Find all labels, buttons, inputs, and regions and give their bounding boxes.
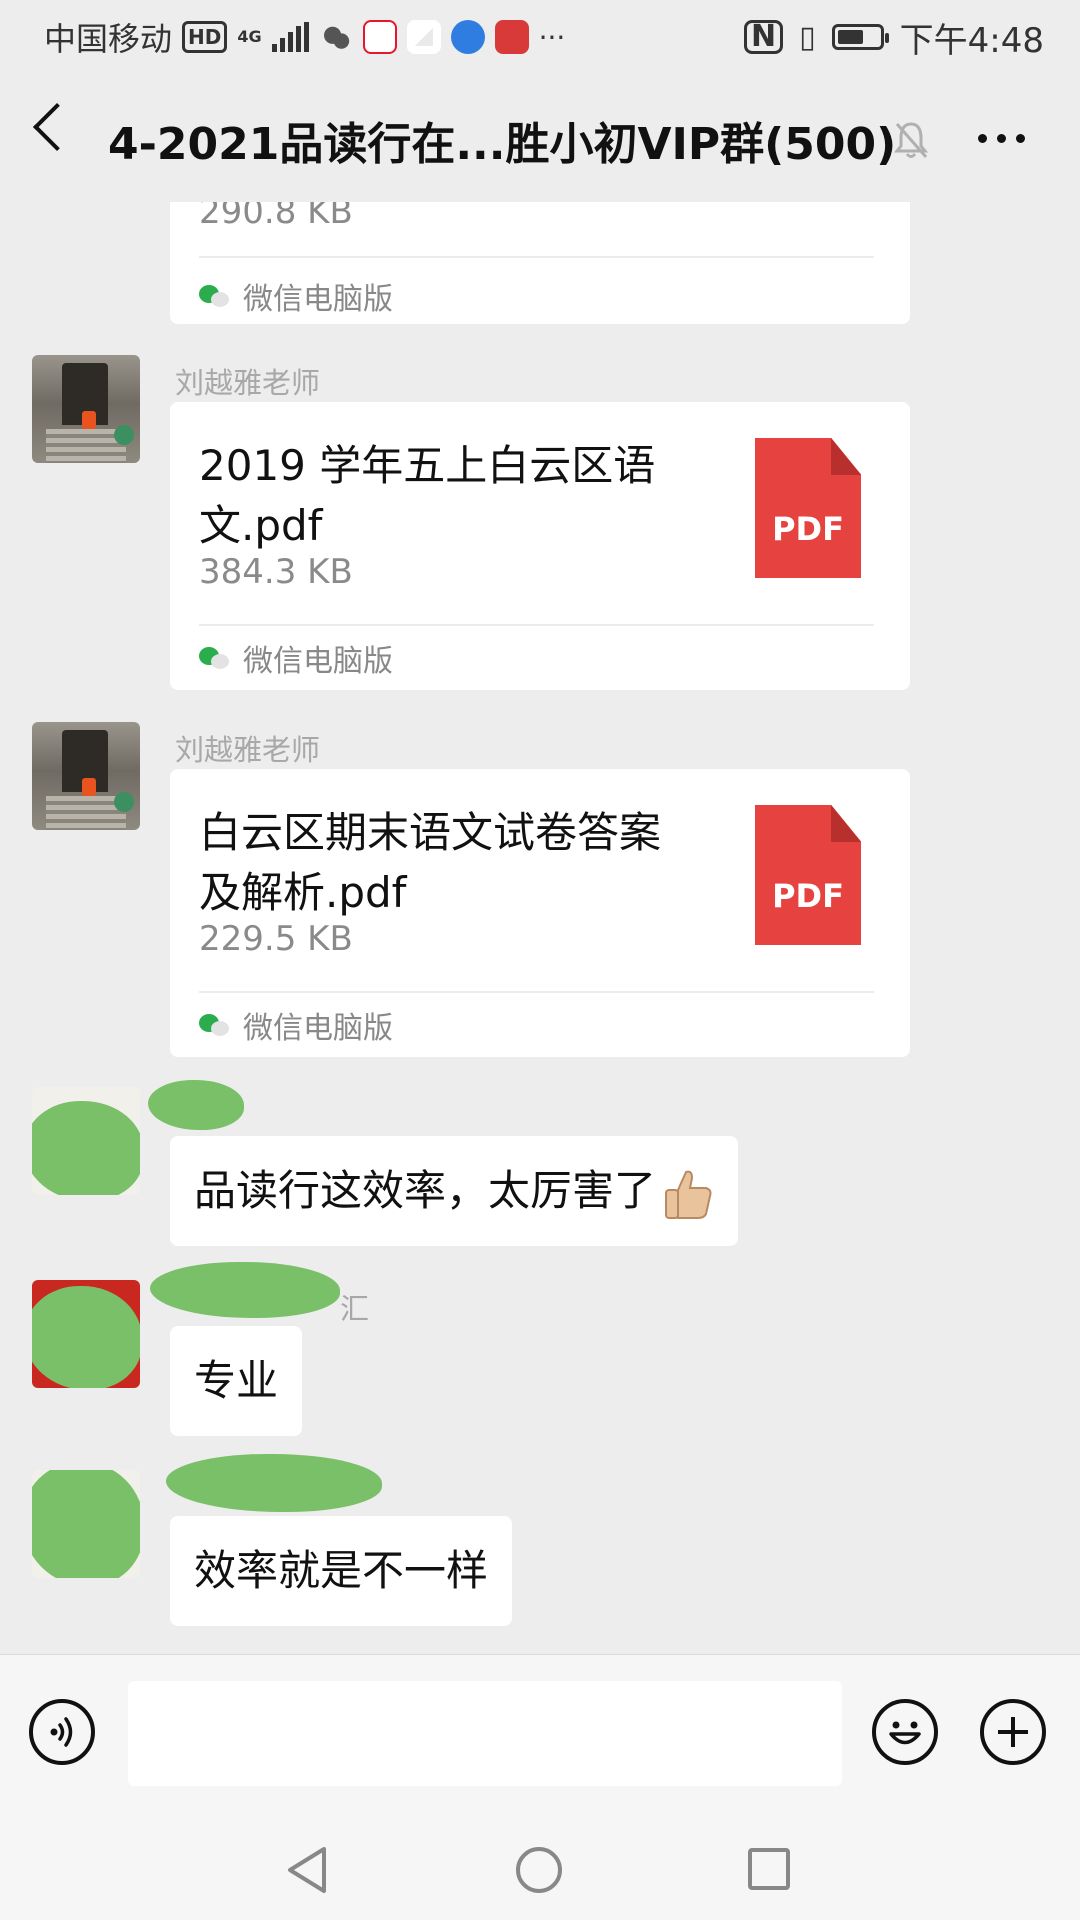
voice-input-button[interactable] bbox=[29, 1699, 95, 1765]
text-message[interactable]: 品读行这效率，太厉害了 bbox=[170, 1136, 739, 1246]
signal-icon bbox=[271, 22, 309, 52]
source-text: 微信电脑版 bbox=[243, 644, 393, 679]
emoji-button[interactable] bbox=[872, 1699, 938, 1765]
more-functions-button[interactable] bbox=[980, 1699, 1046, 1765]
more-notifications-icon: ··· bbox=[538, 20, 566, 54]
pdf-label: PDF bbox=[772, 877, 844, 915]
nav-recents-icon[interactable] bbox=[748, 1848, 790, 1890]
thumbs-up-icon bbox=[665, 1170, 712, 1219]
source-text: 微信电脑版 bbox=[243, 282, 393, 317]
plus-icon bbox=[998, 1717, 1028, 1747]
chat-header: 4-2021品读行在...胜小初VIP群(500) bbox=[0, 72, 1080, 202]
source-text: 微信电脑版 bbox=[243, 1011, 393, 1046]
music-icon bbox=[450, 20, 485, 54]
file-size: 290.8 KB bbox=[199, 202, 353, 232]
nav-home-icon[interactable] bbox=[516, 1847, 562, 1893]
divider bbox=[199, 256, 874, 258]
voice-icon bbox=[50, 1717, 73, 1747]
wechat-small-icon bbox=[199, 1012, 231, 1038]
source-label: 微信电脑版 bbox=[199, 636, 393, 680]
avatar[interactable] bbox=[32, 1280, 140, 1388]
avatar[interactable] bbox=[32, 722, 140, 830]
sender-name: 刘越雅老师 bbox=[175, 366, 321, 400]
message-text: 专业 bbox=[194, 1356, 279, 1405]
sender-name: 刘越雅老师 bbox=[175, 733, 321, 767]
more-options-icon[interactable] bbox=[978, 134, 1025, 143]
redacted-sender-name bbox=[148, 1080, 244, 1130]
maps-icon bbox=[406, 20, 441, 54]
file-message[interactable]: 2019 学年五上白云区语文.pdf 384.3 KB PDF 微信电脑版 bbox=[170, 402, 910, 690]
network-type: 4G bbox=[237, 27, 262, 46]
chat-messages[interactable]: 290.8 KB 微信电脑版 刘越雅老师 2019 学年五上白云区语文.pdf … bbox=[0, 202, 1080, 1654]
wechat-small-icon bbox=[199, 283, 231, 309]
file-name: 白云区期末语文试卷答案及解析.pdf bbox=[199, 808, 662, 917]
clock: 下午4:48 bbox=[899, 20, 1044, 61]
back-icon[interactable] bbox=[32, 102, 82, 152]
message-text: 品读行这效率，太厉害了 bbox=[194, 1166, 657, 1215]
file-name: 2019 学年五上白云区语文.pdf bbox=[199, 441, 656, 550]
avatar[interactable] bbox=[32, 1470, 140, 1578]
redacted-sender-name bbox=[150, 1262, 340, 1318]
file-size: 229.5 KB bbox=[199, 919, 353, 959]
source-label: 微信电脑版 bbox=[199, 1003, 393, 1047]
navigation-bar bbox=[0, 1809, 1080, 1920]
mute-bell-icon bbox=[893, 122, 929, 158]
avatar[interactable] bbox=[32, 1087, 140, 1195]
text-message[interactable]: 专业 bbox=[170, 1326, 303, 1436]
message-text: 效率就是不一样 bbox=[194, 1546, 489, 1595]
file-message[interactable]: 白云区期末语文试卷答案及解析.pdf 229.5 KB PDF 微信电脑版 bbox=[170, 769, 910, 1057]
text-message[interactable]: 效率就是不一样 bbox=[170, 1516, 513, 1626]
book-icon bbox=[494, 20, 529, 54]
file-message[interactable]: 290.8 KB 微信电脑版 bbox=[170, 202, 910, 324]
chat-title: 4-2021品读行在...胜小初VIP群(500) bbox=[108, 119, 897, 170]
status-bar: 中国移动 HD 4G ··· N ▯ 下午4:48 bbox=[0, 0, 1080, 72]
message-input[interactable] bbox=[128, 1681, 842, 1786]
divider bbox=[199, 624, 874, 626]
nfc-icon: N bbox=[744, 20, 784, 54]
input-bar bbox=[0, 1654, 1080, 1810]
wechat-small-icon bbox=[199, 645, 231, 671]
weibo-icon bbox=[362, 20, 397, 54]
battery-icon bbox=[831, 24, 889, 50]
divider bbox=[199, 991, 874, 993]
avatar[interactable] bbox=[32, 355, 140, 463]
source-label: 微信电脑版 bbox=[199, 274, 393, 318]
pdf-icon: PDF bbox=[755, 805, 861, 945]
carrier-name: 中国移动 bbox=[44, 20, 173, 58]
pdf-label: PDF bbox=[772, 510, 844, 548]
nav-back-icon[interactable] bbox=[284, 1845, 332, 1895]
redacted-sender-name bbox=[166, 1454, 382, 1512]
file-size: 384.3 KB bbox=[199, 552, 353, 592]
hd-badge: HD bbox=[182, 21, 228, 53]
pdf-icon: PDF bbox=[755, 438, 861, 578]
sender-name-fragment: 汇 bbox=[340, 1292, 370, 1326]
wechat-icon bbox=[318, 20, 353, 54]
smiley-icon bbox=[889, 1721, 921, 1745]
vibrate-icon: ▯ bbox=[799, 19, 816, 55]
